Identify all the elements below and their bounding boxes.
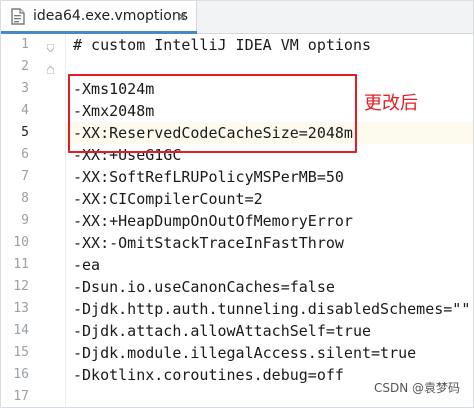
line-number: 16: [13, 367, 29, 382]
gutter-divider: [65, 34, 66, 407]
code-line[interactable]: -Dkotlinx.coroutines.debug=off: [73, 364, 344, 386]
tab-idea64-vmoptions[interactable]: idea64.exe.vmoptions ×: [1, 1, 197, 34]
line-number: 2: [21, 59, 29, 74]
fold-marker-icon[interactable]: [47, 66, 54, 74]
code-line[interactable]: -Djdk.module.illegalAccess.silent=true: [73, 342, 416, 364]
file-icon: [11, 8, 25, 25]
change-annotation: 更改后: [364, 93, 418, 114]
line-number: 14: [13, 323, 29, 338]
fold-marker-icon[interactable]: [47, 44, 54, 52]
line-number: 3: [21, 81, 29, 96]
line-number: 10: [13, 235, 29, 250]
code-line[interactable]: -XX:-OmitStackTraceInFastThrow: [73, 232, 344, 254]
line-number: 9: [21, 213, 29, 228]
close-icon[interactable]: ×: [174, 9, 190, 25]
line-number: 11: [13, 257, 29, 272]
line-number: 15: [13, 345, 29, 360]
code-line[interactable]: # custom IntelliJ IDEA VM options: [73, 34, 371, 56]
code-line[interactable]: -XX:+HeapDumpOnOutOfMemoryError: [73, 210, 353, 232]
line-number-gutter: 1 2 3 4 5 6 7 8 9 10 11 12 13 14 15 16 1…: [1, 34, 65, 407]
code-line[interactable]: -Dsun.io.useCanonCaches=false: [73, 276, 335, 298]
line-number: 5: [21, 125, 29, 140]
watermark: CSDN @袁梦码: [370, 378, 463, 397]
editor-window: idea64.exe.vmoptions × 1 2 3 4 5 6 7 8 9…: [0, 0, 474, 408]
tab-title: idea64.exe.vmoptions: [33, 8, 189, 24]
line-number: 4: [21, 103, 29, 118]
code-line[interactable]: -XX:CICompilerCount=2: [73, 188, 263, 210]
line-number: 1: [21, 37, 29, 52]
code-line[interactable]: -Djdk.http.auth.tunneling.disabledScheme…: [73, 298, 470, 320]
line-number: 7: [21, 169, 29, 184]
line-number: 6: [21, 147, 29, 162]
code-line[interactable]: -XX:SoftRefLRUPolicyMSPerMB=50: [73, 166, 344, 188]
line-number: 12: [13, 279, 29, 294]
line-number: 17: [13, 389, 29, 404]
changed-lines-highlight-box: [68, 74, 357, 153]
code-editor[interactable]: 1 2 3 4 5 6 7 8 9 10 11 12 13 14 15 16 1…: [1, 34, 473, 407]
code-line[interactable]: -Djdk.attach.allowAttachSelf=true: [73, 320, 371, 342]
code-line[interactable]: -ea: [73, 254, 100, 276]
line-number: 13: [13, 301, 29, 316]
line-number: 8: [21, 191, 29, 206]
editor-tab-bar: idea64.exe.vmoptions ×: [1, 1, 473, 34]
